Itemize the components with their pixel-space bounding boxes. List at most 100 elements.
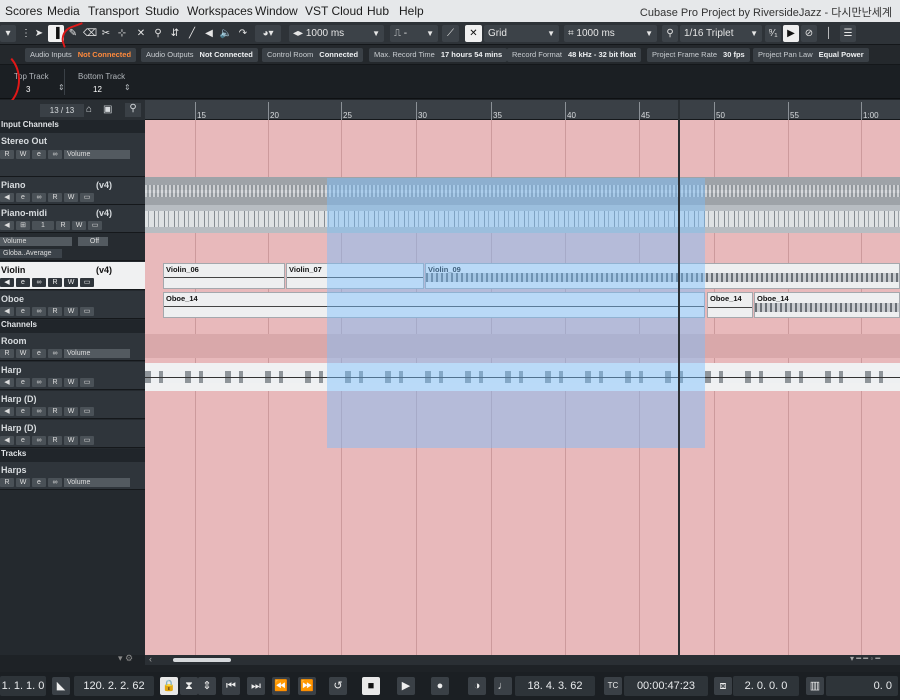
scrollbar-thumb[interactable] — [173, 658, 231, 662]
link-button[interactable]: ∞ — [32, 378, 46, 387]
edit-button[interactable]: e — [32, 478, 46, 487]
squelch-dropdown[interactable]: ⎍ - ▼ — [390, 25, 438, 42]
automation-subtrack[interactable]: Volume Off Globa..Average — [0, 233, 145, 261]
cycle-icon[interactable]: ↺ — [329, 677, 347, 695]
audio-event[interactable]: Violin_06 — [163, 263, 285, 289]
top-track-value[interactable]: 3 — [26, 85, 30, 94]
lanes-button[interactable]: ▭ — [80, 278, 94, 287]
record-icon[interactable]: ● — [431, 677, 449, 695]
mute-icon[interactable]: ✕ — [134, 25, 148, 42]
write-button[interactable]: W — [72, 221, 86, 230]
menu-media[interactable]: Media — [47, 4, 80, 18]
read-button[interactable]: R — [48, 378, 62, 387]
track-room[interactable]: Room R We ∞ Volume — [0, 333, 145, 361]
rewind-icon[interactable]: ⏪ — [272, 677, 290, 695]
write-button[interactable]: W — [16, 150, 30, 159]
auto-quantize-icon[interactable]: ▶ — [783, 25, 799, 42]
read-button[interactable]: R — [48, 436, 62, 445]
glue-icon[interactable]: ⊹ — [115, 25, 129, 42]
play-icon[interactable]: ▶ — [397, 677, 415, 695]
edit-button[interactable]: e — [16, 193, 30, 202]
automation-off[interactable]: Off — [78, 237, 108, 246]
info-audio-outputs[interactable]: Audio Outputs Not Connected — [141, 48, 258, 62]
play-tool-icon[interactable]: ◀ — [202, 25, 216, 42]
lanes-button[interactable]: ▭ — [80, 378, 94, 387]
write-button[interactable]: W — [16, 478, 30, 487]
info-pan-law[interactable]: Project Pan Law Equal Power — [753, 48, 869, 62]
folder-input-channels[interactable]: Input Channels — [0, 120, 145, 133]
automation-extra[interactable]: Globa..Average — [0, 249, 62, 258]
write-button[interactable]: W — [64, 307, 78, 316]
track-piano-midi[interactable]: Piano-midi (v4) ◀ ⊞ 1 R W ▭ — [0, 205, 145, 233]
object-select-icon[interactable]: ➤ — [32, 25, 46, 42]
info-audio-inputs[interactable]: Audio Inputs Not Connected — [25, 48, 137, 62]
audio-event[interactable]: Oboe_14 — [754, 292, 900, 318]
info-frame-rate[interactable]: Project Frame Rate 30 fps — [647, 48, 750, 62]
position-display[interactable]: 120. 2. 2. 62 — [74, 676, 154, 696]
folder-channels[interactable]: Channels — [0, 320, 145, 333]
info-max-record-time[interactable]: Max. Record Time 17 hours 54 mins — [369, 48, 508, 62]
link-button[interactable]: ∞ — [48, 349, 62, 358]
write-button[interactable]: W — [16, 349, 30, 358]
marker-icon[interactable]: ⧈ — [714, 677, 732, 695]
info-control-room[interactable]: Control Room Connected — [262, 48, 364, 62]
forward-icon[interactable]: ⏩ — [298, 677, 316, 695]
lanes-button[interactable]: ▭ — [80, 407, 94, 416]
range-selection[interactable] — [327, 178, 705, 448]
zoom-toggle-icon[interactable]: ▾ ⚙ — [118, 653, 133, 664]
read-button[interactable]: R — [48, 193, 62, 202]
color-icon[interactable]: ◕▾ — [255, 25, 281, 42]
bottom-track-value[interactable]: 12 — [93, 85, 102, 94]
last-display[interactable]: 0. 0 — [826, 676, 898, 696]
edit-button[interactable]: e — [32, 150, 46, 159]
zoom-slider-icon[interactable]: ▾ ━ ━ ◦ ━ — [850, 654, 880, 663]
write-button[interactable]: W — [64, 278, 78, 287]
lanes-button[interactable]: ▭ — [80, 193, 94, 202]
track-violin[interactable]: Violin (v4) ◀ e ∞ R W ▭ — [0, 262, 145, 290]
channel-number[interactable]: 1 — [32, 221, 54, 230]
comp-icon[interactable]: ⇵ — [168, 25, 182, 42]
end-display[interactable]: 2. 0. 0. 0 — [733, 676, 799, 696]
go-to-start-icon[interactable]: ⏮ — [222, 677, 240, 695]
stepper-icon[interactable]: ⇕ — [198, 677, 216, 695]
toolbar-dropdown[interactable]: ▾ — [0, 25, 16, 42]
stop-icon[interactable]: ■ — [362, 677, 380, 695]
audio-event[interactable]: Oboe_14 — [707, 292, 753, 318]
metronome-icon[interactable]: ♩ — [494, 677, 512, 695]
speaker-icon[interactable]: ◀ — [0, 278, 14, 287]
menu-vst-cloud[interactable]: VST Cloud — [305, 4, 363, 18]
read-button[interactable]: R — [56, 221, 70, 230]
menu-hub[interactable]: Hub — [367, 4, 389, 18]
speaker-icon[interactable]: ◀ — [0, 307, 14, 316]
edit-button[interactable]: e — [16, 378, 30, 387]
horizontal-scrollbar[interactable]: ‹ ▾ ━ ━ ◦ ━ — [145, 654, 900, 665]
bottom-track-stepper-icon[interactable]: ⇕ — [124, 83, 131, 92]
split-icon[interactable]: ✂ — [99, 25, 113, 42]
link-button[interactable]: ∞ — [32, 278, 46, 287]
project-cursor[interactable] — [678, 100, 680, 655]
snap-curve-icon[interactable]: ⟋ — [442, 25, 459, 42]
search-icon[interactable]: ⚲ — [125, 103, 141, 117]
track-harp[interactable]: Harp ◀ e ∞ R W ▭ — [0, 362, 145, 390]
edit-button[interactable]: e — [16, 278, 30, 287]
menu-workspaces[interactable]: Workspaces — [187, 4, 253, 18]
time-display[interactable]: 00:00:47:23 — [624, 676, 708, 696]
lock-icon[interactable]: 🔒 — [160, 677, 178, 695]
read-button[interactable]: R — [0, 150, 14, 159]
speaker-icon[interactable]: 🔈 — [219, 25, 233, 42]
click-icon[interactable]: ◑ — [468, 677, 486, 695]
loop-icon[interactable]: ⊘ — [801, 25, 817, 42]
snap-type-dropdown[interactable]: Grid ▼ — [484, 25, 559, 42]
automation-param[interactable]: Volume — [0, 237, 72, 246]
lanes-button[interactable]: ▭ — [88, 221, 102, 230]
speaker-icon[interactable]: ◀ — [0, 221, 14, 230]
read-button[interactable]: R — [0, 478, 14, 487]
read-button[interactable]: R — [48, 307, 62, 316]
edit-button[interactable]: e — [16, 407, 30, 416]
link-button[interactable]: ∞ — [32, 193, 46, 202]
folder-tracks[interactable]: Tracks — [0, 449, 145, 462]
menu-transport[interactable]: Transport — [88, 4, 139, 18]
track-oboe[interactable]: Oboe ◀ e ∞ R W ▭ — [0, 291, 145, 319]
zoom-icon[interactable]: ⚲ — [151, 25, 165, 42]
read-button[interactable]: R — [48, 407, 62, 416]
